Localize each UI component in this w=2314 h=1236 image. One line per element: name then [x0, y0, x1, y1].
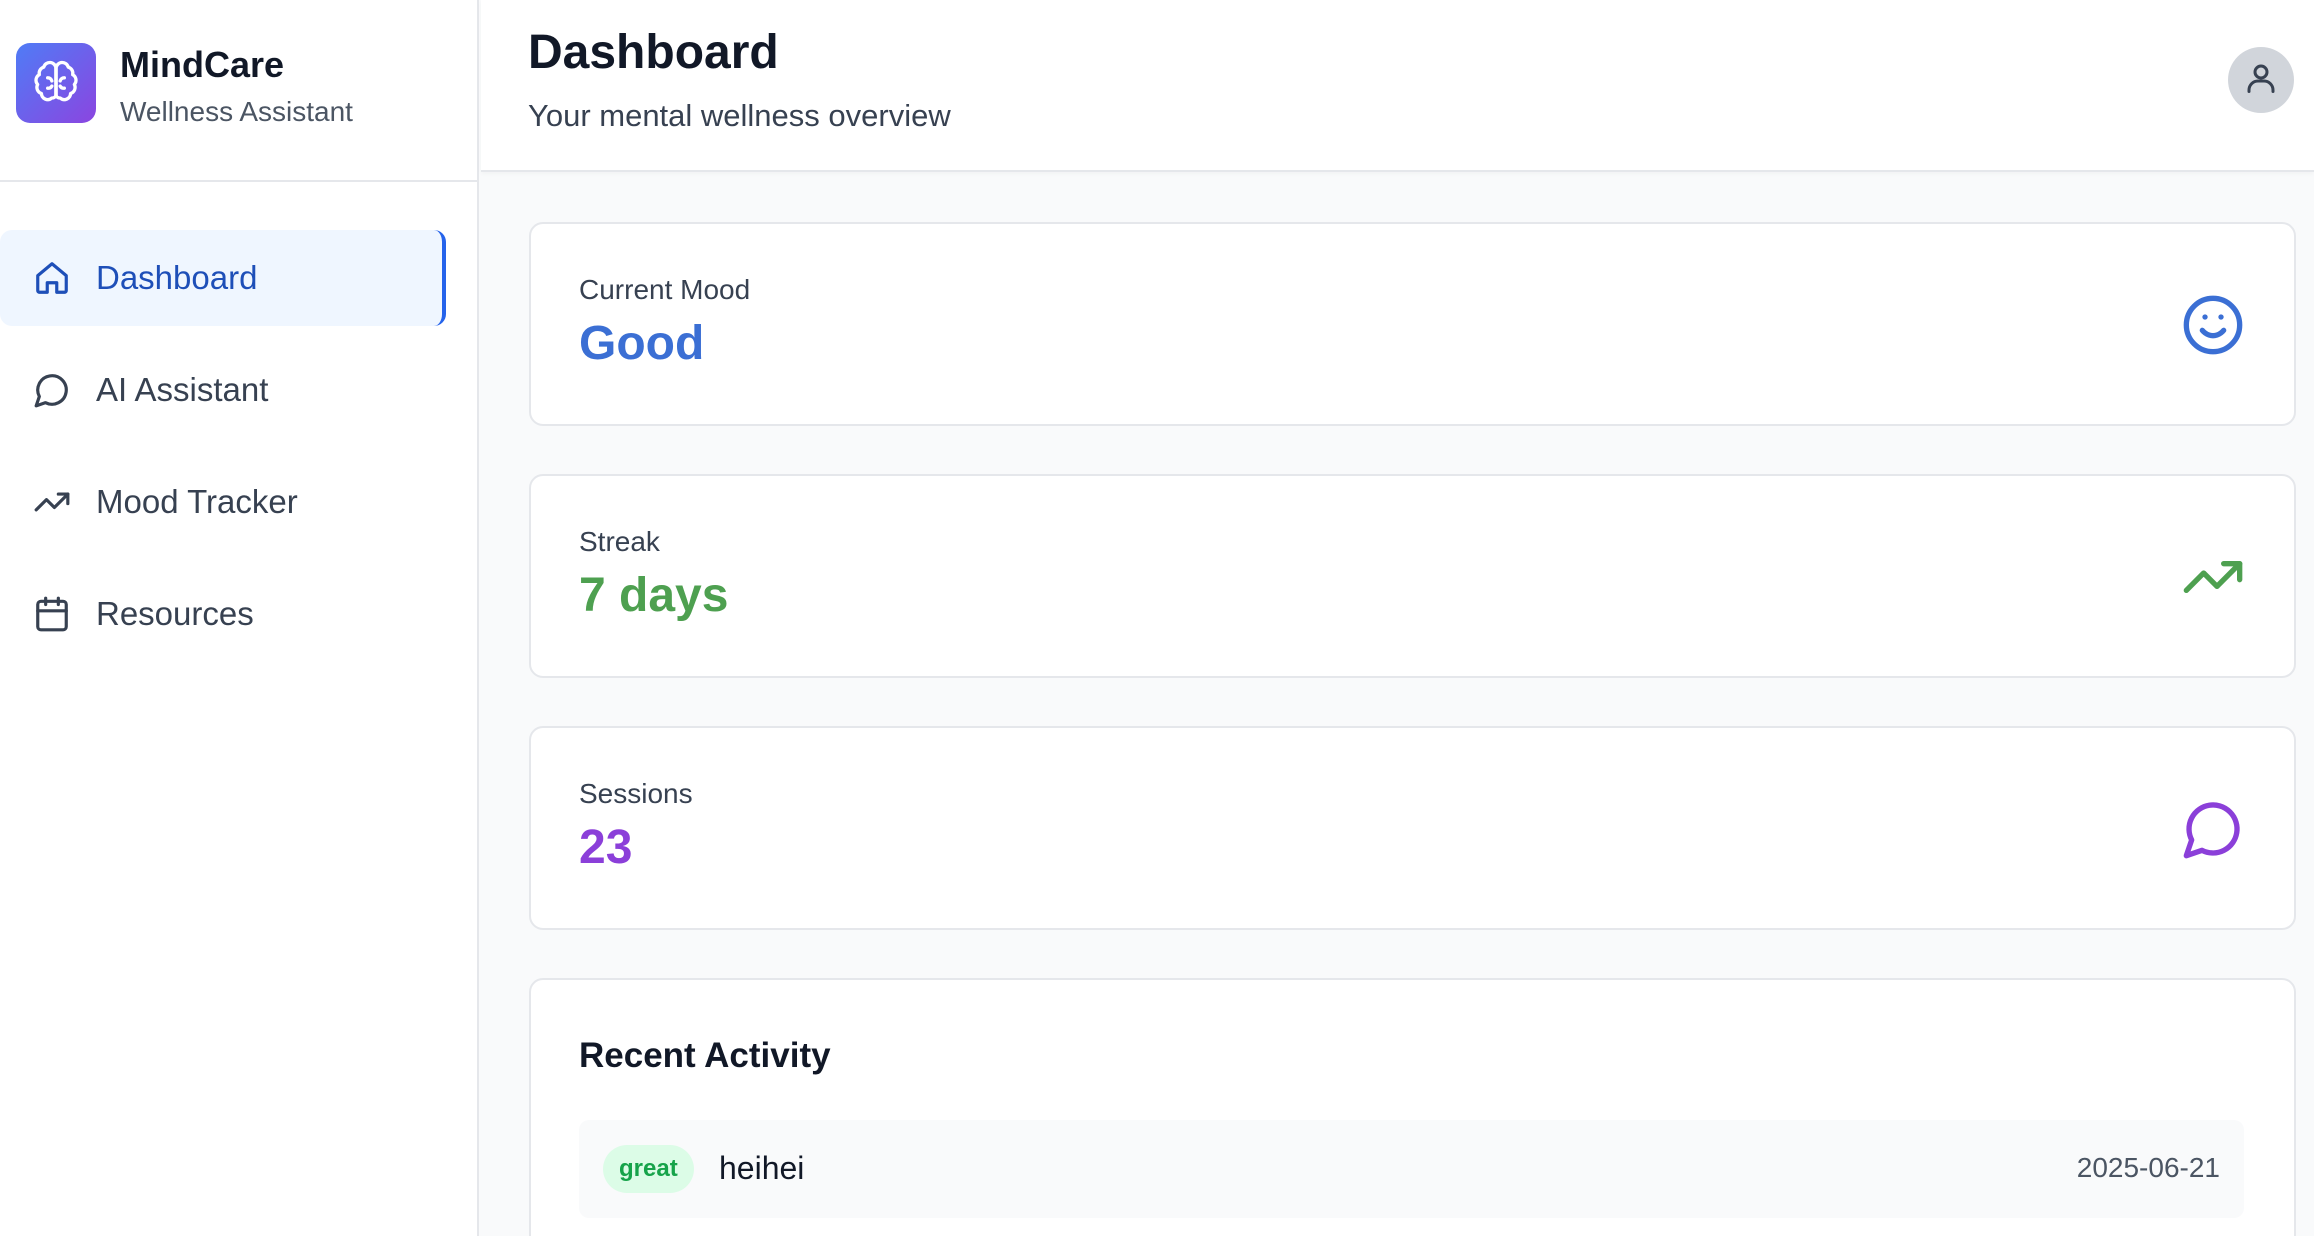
app-subtitle: Wellness Assistant: [120, 96, 353, 127]
streak-card: Streak 7 days: [529, 474, 2296, 678]
stat-value: 7 days: [579, 569, 729, 622]
stat-label: Streak: [579, 526, 660, 557]
sidebar-item-dashboard[interactable]: Dashboard: [0, 230, 446, 326]
sidebar-nav: Dashboard AI Assistant Mood Tracker Reso…: [0, 230, 446, 678]
stat-label: Current Mood: [579, 274, 751, 305]
sidebar-item-mood-tracker[interactable]: Mood Tracker: [0, 454, 446, 550]
trending-up-icon: [32, 482, 72, 522]
calendar-icon: [32, 594, 72, 634]
chat-bubble-icon: [2180, 796, 2246, 862]
page-subtitle: Your mental wellness overview: [528, 98, 951, 133]
recent-activity-card: Recent Activity great heihei 2025-06-21: [529, 978, 2296, 1236]
chat-bubble-icon: [32, 370, 72, 410]
activity-note: heihei: [719, 1150, 805, 1186]
sidebar-item-label: Resources: [96, 595, 254, 632]
user-icon: [2243, 60, 2279, 101]
smile-icon: [2180, 292, 2246, 358]
stat-value: Good: [579, 317, 705, 370]
current-mood-card: Current Mood Good: [529, 222, 2296, 426]
sidebar-item-label: Dashboard: [96, 259, 258, 296]
activity-date: 2025-06-21: [2076, 1152, 2220, 1183]
brain-icon: [16, 43, 96, 123]
main-content: Current Mood Good Streak 7 days Sessions…: [481, 172, 2314, 1236]
activity-item[interactable]: great heihei 2025-06-21: [579, 1120, 2244, 1218]
stat-label: Sessions: [579, 778, 693, 809]
sessions-card: Sessions 23: [529, 726, 2296, 930]
app-root: MindCare Wellness Assistant Dashboard AI: [0, 0, 2314, 1236]
page-title: Dashboard: [528, 26, 779, 79]
sidebar: MindCare Wellness Assistant Dashboard AI: [0, 0, 479, 1236]
top-header: Dashboard Your mental wellness overview: [481, 0, 2314, 172]
mood-badge: great: [603, 1145, 694, 1193]
section-title: Recent Activity: [579, 1036, 831, 1075]
brand-header: MindCare Wellness Assistant: [0, 0, 477, 182]
sidebar-item-label: Mood Tracker: [96, 483, 298, 520]
stat-value: 23: [579, 821, 633, 874]
sidebar-item-label: AI Assistant: [96, 371, 269, 408]
sidebar-item-ai-assistant[interactable]: AI Assistant: [0, 342, 446, 438]
sidebar-item-resources[interactable]: Resources: [0, 566, 446, 662]
user-avatar-button[interactable]: [2228, 47, 2294, 113]
app-title: MindCare: [120, 44, 285, 85]
home-icon: [32, 258, 72, 298]
trending-up-icon: [2180, 544, 2246, 610]
